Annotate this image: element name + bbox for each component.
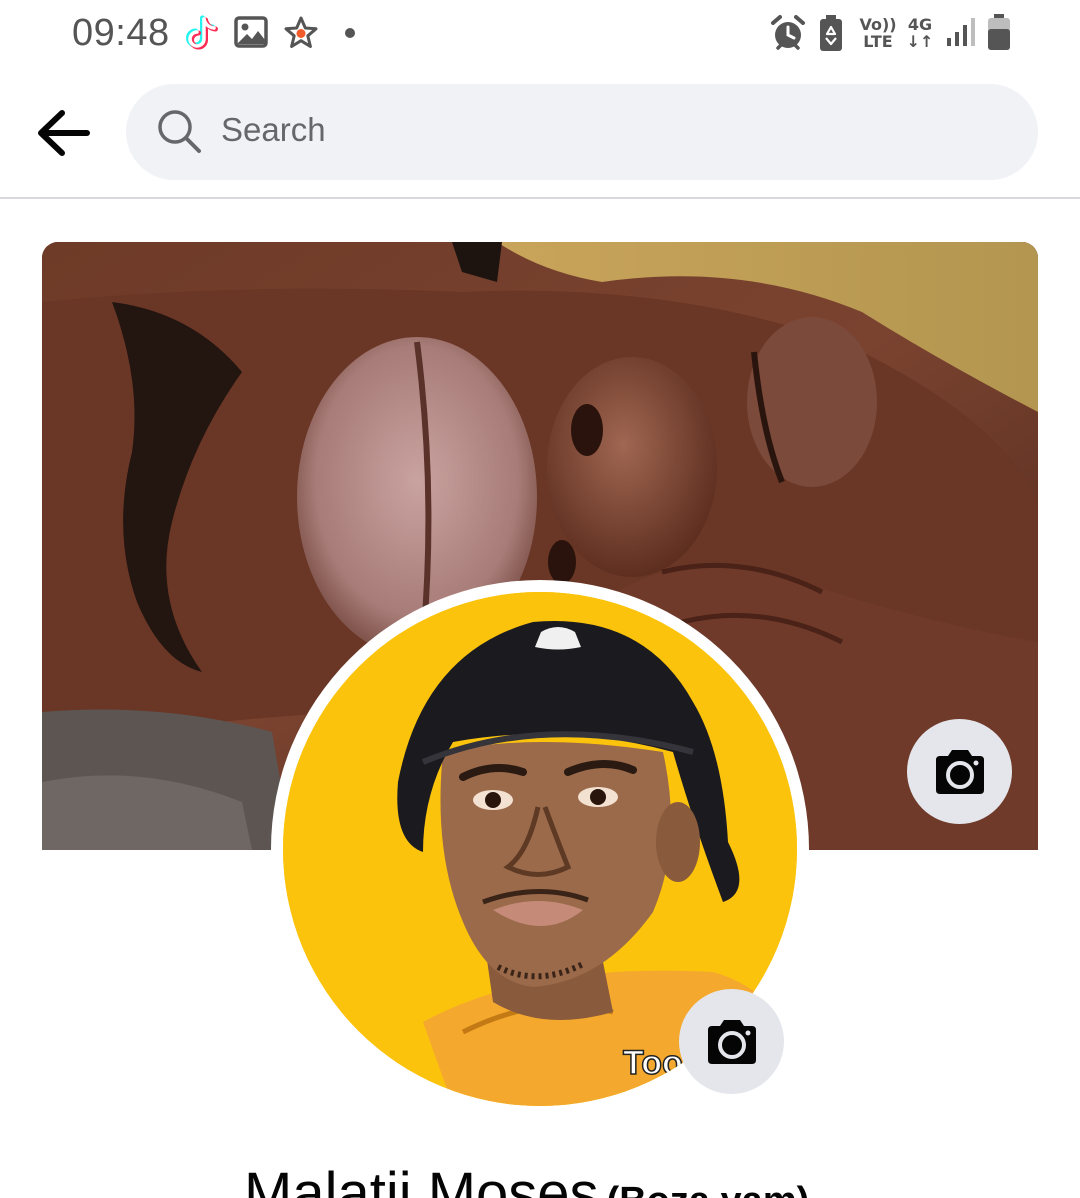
status-time: 09:48 [72,12,170,54]
back-button[interactable] [30,100,96,166]
profile-name: Malatji Moses [244,1161,599,1198]
profile-alternate-name: (Boza yam) [607,1180,810,1198]
search-input[interactable]: Search [126,84,1038,180]
data-type-label: 4G [907,15,933,34]
dot-icon [345,28,355,38]
search-placeholder: Search [221,111,326,148]
data-type-indicator: 4G ↓↑ [902,16,938,50]
tiktok-icon [186,15,218,50]
header-divider [0,197,1080,199]
data-arrows-label: ↓↑ [906,32,934,51]
status-bar: 09:48 Vo)) LTE 4G ↓↑ [0,0,1080,70]
profile-name-row: Malatji Moses (Boza yam) [244,1160,809,1198]
profile-camera-button[interactable] [679,989,784,1094]
camera-icon [935,749,984,794]
camera-icon [707,1019,756,1064]
gallery-icon [234,16,268,48]
search-icon [158,110,201,153]
profile-screen: 09:48 Vo)) LTE 4G ↓↑ Search Too Malatji … [0,0,1080,1198]
volte-top-label: Vo)) [859,15,897,34]
alarm-icon [771,15,805,50]
volte-bottom-label: LTE [863,32,893,51]
signal-icon [947,18,975,46]
avatar-caption: Too [622,1043,683,1083]
arrow-left-icon [38,110,90,156]
volte-indicator: Vo)) LTE [858,16,898,50]
battery-icon [988,14,1010,50]
cover-camera-button[interactable] [907,719,1012,824]
battery-saver-icon [820,15,842,51]
star-badge-icon [284,16,318,48]
